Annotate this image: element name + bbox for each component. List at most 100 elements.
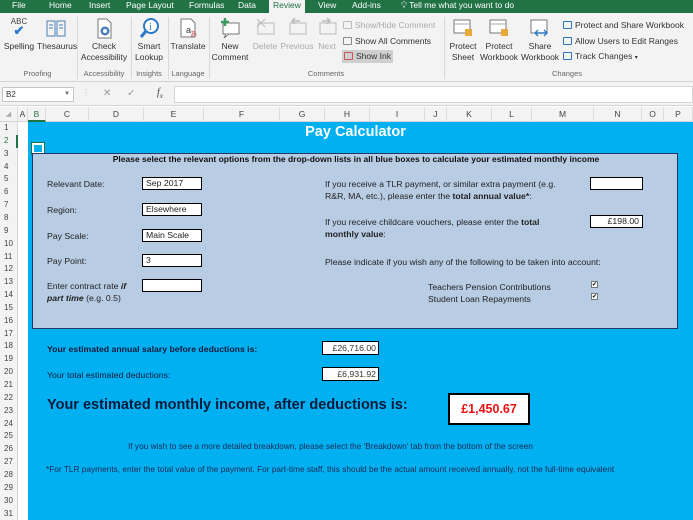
tab-page-layout[interactable]: Page Layout [122, 0, 178, 13]
column-header[interactable]: M [532, 107, 594, 122]
protect-and-share-button[interactable]: Protect and Share Workbook [563, 20, 684, 31]
row-header[interactable]: 18 [0, 340, 18, 353]
tlr-label: If you receive a TLR payment, or similar… [325, 178, 565, 202]
row-header[interactable]: 6 [0, 186, 18, 199]
column-header[interactable]: K [447, 107, 492, 122]
row-header[interactable]: 8 [0, 212, 18, 225]
insert-function-icon[interactable]: fx [157, 87, 163, 100]
tab-data[interactable]: Data [234, 0, 260, 13]
column-header[interactable]: A [18, 107, 28, 122]
row-header[interactable]: 24 [0, 418, 18, 431]
row-header[interactable]: 3 [0, 148, 18, 161]
column-header[interactable]: H [325, 107, 370, 122]
enter-check-icon[interactable]: ✓ [127, 88, 135, 99]
column-header[interactable]: D [89, 107, 144, 122]
row-header[interactable]: 30 [0, 495, 18, 508]
pay-point-select[interactable]: 3 [142, 254, 202, 267]
row-header[interactable]: 23 [0, 405, 18, 418]
column-header[interactable]: C [46, 107, 89, 122]
tab-add-ins[interactable]: Add-ins [348, 0, 385, 13]
protect-workbook-button[interactable]: Protect Workbook [479, 17, 519, 63]
row-header[interactable]: 17 [0, 328, 18, 341]
row-header[interactable]: 20 [0, 366, 18, 379]
tab-formulas[interactable]: Formulas [185, 0, 228, 13]
column-header[interactable]: F [204, 107, 280, 122]
new-comment-button[interactable]: New Comment [211, 17, 249, 63]
childcare-input[interactable]: £198.00 [590, 215, 643, 228]
pension-checkbox[interactable]: ✔ [591, 281, 598, 288]
translate-button[interactable]: aあ Translate [170, 17, 206, 52]
column-header[interactable]: B [28, 107, 46, 122]
tell-me-search[interactable]: 💡︎ Tell me what you want to do [397, 0, 518, 13]
row-header[interactable]: 28 [0, 469, 18, 482]
share-workbook-button[interactable]: Share Workbook [520, 17, 560, 63]
column-header[interactable]: L [492, 107, 532, 122]
column-header[interactable]: I [370, 107, 425, 122]
select-all-corner[interactable]: ◢ [0, 107, 18, 122]
row-header[interactable]: 26 [0, 443, 18, 456]
tab-insert[interactable]: Insert [85, 0, 114, 13]
cancel-icon[interactable]: ✕ [103, 88, 111, 99]
row-header[interactable]: 29 [0, 482, 18, 495]
row-header[interactable]: 31 [0, 508, 18, 520]
row-header[interactable]: 7 [0, 199, 18, 212]
pay-scale-select[interactable]: Main Scale [142, 229, 202, 242]
tab-view[interactable]: View [314, 0, 340, 13]
row-header[interactable]: 22 [0, 392, 18, 405]
column-header[interactable]: G [280, 107, 325, 122]
tab-file[interactable]: File [8, 0, 30, 13]
column-header[interactable]: P [664, 107, 693, 122]
relevant-date-select[interactable]: Sep 2017 [142, 177, 202, 190]
formula-input[interactable] [174, 86, 693, 103]
tab-review[interactable]: Review [269, 0, 305, 13]
row-header[interactable]: 15 [0, 302, 18, 315]
row-header[interactable]: 27 [0, 456, 18, 469]
name-box-value: B2 [6, 90, 16, 99]
row-header[interactable]: 21 [0, 379, 18, 392]
row-header[interactable]: 25 [0, 430, 18, 443]
show-all-comments-button[interactable]: Show All Comments [343, 36, 431, 47]
row-header[interactable]: 12 [0, 263, 18, 276]
row-header[interactable]: 2 [0, 134, 18, 148]
row-header[interactable]: 10 [0, 238, 18, 251]
show-ink-label: Show Ink [356, 51, 391, 61]
check-accessibility-button[interactable]: Check Accessibility [79, 17, 129, 63]
track-changes-button[interactable]: Track Changes ▾ [563, 51, 638, 64]
row-header[interactable]: 9 [0, 225, 18, 238]
row-header[interactable]: 16 [0, 315, 18, 328]
row-header[interactable]: 13 [0, 276, 18, 289]
contract-rate-label: Enter contract rate if part time (e.g. 0.… [47, 280, 147, 304]
show-hide-comment-button[interactable]: Show/Hide Comment [343, 20, 435, 31]
row-header[interactable]: 4 [0, 161, 18, 174]
region-select[interactable]: Elsewhere [142, 203, 202, 216]
student-loan-checkbox[interactable]: ✔ [591, 293, 598, 300]
contract-rate-input[interactable] [142, 279, 202, 292]
row-header[interactable]: 11 [0, 251, 18, 264]
show-ink-button[interactable]: Show Ink [342, 50, 393, 63]
comment-icon [343, 21, 352, 29]
smart-lookup-button[interactable]: i Smart Lookup [133, 17, 165, 63]
column-header[interactable]: J [425, 107, 447, 122]
column-header[interactable]: E [144, 107, 204, 122]
account-prompt: Please indicate if you wish any of the f… [325, 257, 601, 267]
row-header[interactable]: 1 [0, 122, 18, 135]
spelling-check-icon: ABC ✔ [10, 17, 28, 38]
tab-home[interactable]: Home [45, 0, 76, 13]
spelling-button[interactable]: ABC ✔ Spelling [2, 17, 36, 52]
chevron-down-icon[interactable]: ▼ [64, 88, 70, 101]
tlr-footnote: *For TLR payments, enter the total value… [46, 464, 615, 474]
name-box[interactable]: B2 ▼ [2, 87, 74, 102]
delete-comment-button[interactable]: Delete [251, 17, 279, 52]
thesaurus-button[interactable]: Thesaurus [37, 17, 77, 52]
column-header[interactable]: N [594, 107, 642, 122]
row-header[interactable]: 5 [0, 173, 18, 186]
tlr-input[interactable] [590, 177, 643, 190]
protect-sheet-button[interactable]: Protect Sheet [447, 17, 479, 63]
previous-comment-button[interactable]: Previous [280, 17, 314, 52]
column-header[interactable]: O [642, 107, 664, 122]
next-comment-button[interactable]: Next [316, 17, 338, 52]
row-header[interactable]: 19 [0, 353, 18, 366]
row-header[interactable]: 14 [0, 289, 18, 302]
childcare-bold-2: monthly value [325, 229, 384, 239]
allow-users-edit-ranges-button[interactable]: Allow Users to Edit Ranges [563, 36, 678, 47]
